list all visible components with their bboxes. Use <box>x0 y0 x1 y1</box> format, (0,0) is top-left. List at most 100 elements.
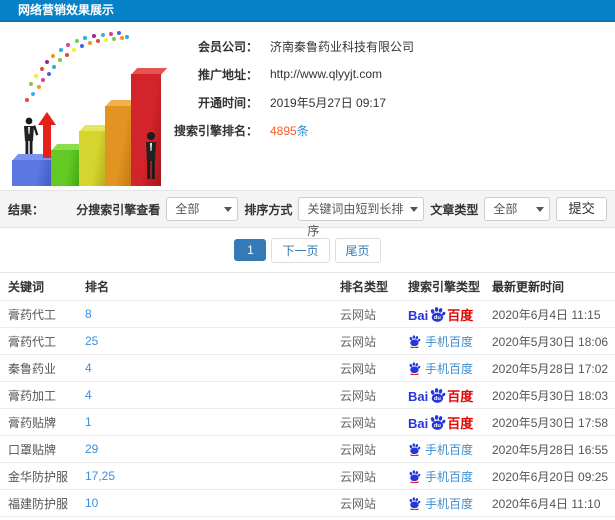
pagination: 1 下一页 尾页 <box>0 228 615 272</box>
engine-cell: Bai du 百度 <box>408 387 492 403</box>
article-type-value: 全部 <box>493 202 518 216</box>
mobile-baidu-logo: 手机百度 <box>408 495 473 512</box>
rank-type-cell: 云网站 <box>340 361 377 376</box>
rank-cell: 17,25 <box>85 469 340 483</box>
last-page-button[interactable]: 尾页 <box>334 237 381 263</box>
keyword-cell: 福建防护服 <box>8 496 69 511</box>
filter-bar: 结果： 分搜索引擎查看 全部 排序方式 关键词由短到长排序 文章类型 全部 提交 <box>0 190 615 238</box>
baidu-paw-icon <box>409 361 421 375</box>
keyword-cell: 秦鲁药业 <box>8 361 57 376</box>
mobile-baidu-label: 手机百度 <box>425 442 474 457</box>
baidu-paw-icon: du <box>431 307 446 322</box>
rank-link[interactable]: 4 <box>85 388 92 402</box>
company-link[interactable]: 济南秦鲁药业科技有限公司 <box>270 38 414 55</box>
baidu-paw-icon <box>409 442 421 456</box>
info-row-open-time: 开通时间： 2019年5月27日 09:17 <box>170 88 610 116</box>
update-time-cell: 2020年5月30日 18:06 <box>492 334 609 349</box>
baidu-logo: Bai du 百度 <box>408 414 473 430</box>
rank-type-cell: 云网站 <box>340 388 377 403</box>
baidu-logo-bai-text: Bai <box>408 389 429 403</box>
marketing-report-page: 网络营销效果展示 会员公司： 济南秦鲁药业科技有限公司 推广地址： http:/… <box>0 0 615 520</box>
sort-filter-select[interactable]: 关键词由短到长排序 <box>298 197 425 238</box>
mobile-baidu-logo: 手机百度 <box>408 360 473 377</box>
header-engine-type: 搜索引擎类型 <box>408 280 481 294</box>
baidu-paw-icon: du <box>431 388 446 403</box>
update-time-cell: 2020年5月30日 17:58 <box>492 415 609 430</box>
sort-filter-label: 排序方式 <box>244 202 293 217</box>
mobile-baidu-label: 手机百度 <box>425 469 474 484</box>
engine-filter-select[interactable]: 全部 <box>166 197 239 221</box>
open-time-label: 开通时间： <box>197 95 258 110</box>
engine-cell: 手机百度 <box>408 333 492 350</box>
chart-bar-blue <box>11 154 63 186</box>
promo-url-link[interactable]: http://www.qlyyjt.com <box>270 67 382 81</box>
rank-cell: 4 <box>85 388 340 402</box>
rank-type-cell: 云网站 <box>340 442 377 457</box>
chevron-down-icon <box>224 207 233 212</box>
engine-cell: Bai du 百度 <box>408 306 492 322</box>
rank-link[interactable]: 1 <box>85 415 92 429</box>
baidu-paw-icon <box>409 334 421 348</box>
member-info-panel: 会员公司： 济南秦鲁药业科技有限公司 推广地址： http://www.qlyy… <box>170 32 610 144</box>
rank-count-number: 4895 <box>270 123 297 138</box>
rank-cell: 1 <box>85 415 340 429</box>
update-time-cell: 2020年6月4日 11:15 <box>492 307 601 322</box>
table-body: 膏药代工 8 云网站 Bai du 百度 2020年6月4日 11:15 膏药代工 25 云网… <box>0 301 615 520</box>
keyword-cell: 膏药代工 <box>8 334 57 349</box>
header-rank-type: 排名类型 <box>340 280 389 294</box>
header-rank: 排名 <box>85 280 110 294</box>
rank-link[interactable]: 4 <box>85 361 92 375</box>
chevron-down-icon <box>536 207 545 212</box>
next-page-button[interactable]: 下一页 <box>271 237 330 263</box>
rank-count-unit: 条 <box>296 123 309 138</box>
info-row-url: 推广地址： http://www.qlyyjt.com <box>170 60 610 88</box>
engine-cell: Bai du 百度 <box>408 414 492 430</box>
rank-link[interactable]: 17,25 <box>85 469 115 483</box>
businessman-figure-right <box>140 131 162 186</box>
page-title: 网络营销效果展示 <box>18 3 115 17</box>
engine-cell: 手机百度 <box>408 441 492 458</box>
title-bar: 网络营销效果展示 <box>0 0 615 22</box>
article-type-label: 文章类型 <box>430 202 479 217</box>
engine-filter-label: 分搜索引擎查看 <box>76 202 161 217</box>
info-row-rank-count: 搜索引擎排名： 4895条 <box>170 116 610 144</box>
rank-link[interactable]: 25 <box>85 334 98 348</box>
open-time-value: 2019年5月27日 09:17 <box>270 95 387 110</box>
keyword-cell: 膏药加工 <box>8 388 57 403</box>
keyword-cell: 口罩贴牌 <box>8 442 57 457</box>
rank-type-cell: 云网站 <box>340 496 377 511</box>
rank-link[interactable]: 29 <box>85 442 98 456</box>
engine-cell: 手机百度 <box>408 468 492 485</box>
update-time-cell: 2020年5月30日 18:03 <box>492 388 609 403</box>
rank-link[interactable]: 8 <box>85 307 92 321</box>
baidu-logo-cn-text: 百度 <box>447 308 474 322</box>
chevron-down-icon <box>410 207 419 212</box>
promo-url-label: 推广地址： <box>197 67 258 82</box>
page-1-button[interactable]: 1 <box>234 239 267 261</box>
results-table: 关键词 排名 排名类型 搜索引擎类型 最新更新时间 膏药代工 8 云网站 Bai du… <box>0 272 615 520</box>
baidu-logo-bai-text: Bai <box>408 308 429 322</box>
summary-section: 会员公司： 济南秦鲁药业科技有限公司 推广地址： http://www.qlyy… <box>0 24 615 190</box>
mobile-baidu-logo: 手机百度 <box>408 468 473 485</box>
update-time-cell: 2020年5月28日 17:02 <box>492 361 609 376</box>
chart-bar-orange <box>104 100 141 186</box>
rank-link[interactable]: 10 <box>85 496 98 510</box>
baidu-paw-icon: du <box>431 415 446 430</box>
baidu-paw-icon <box>409 469 421 483</box>
rank-cell: 8 <box>85 307 340 321</box>
mobile-baidu-label: 手机百度 <box>425 361 474 376</box>
submit-button[interactable]: 提交 <box>556 197 607 221</box>
up-arrow-icon <box>38 112 56 158</box>
rank-type-cell: 云网站 <box>340 469 377 484</box>
confetti-decoration <box>25 98 29 102</box>
keyword-cell: 金华防护服 <box>8 469 69 484</box>
table-row: 膏药代工 25 云网站 手机百度 2020年5月30日 18:06 <box>0 328 615 355</box>
engine-cell: 手机百度 <box>408 360 492 377</box>
engine-cell: 手机百度 <box>408 495 492 512</box>
table-row: 膏药贴牌 1 云网站 Bai du 百度 2020年5月30日 17:58 <box>0 409 615 436</box>
svg-text:du: du <box>434 423 442 429</box>
article-type-select[interactable]: 全部 <box>484 197 551 221</box>
table-row: 膏药加工 4 云网站 Bai du 百度 2020年5月30日 18:03 <box>0 382 615 409</box>
info-row-company: 会员公司： 济南秦鲁药业科技有限公司 <box>170 32 610 60</box>
table-row: 口罩贴牌 29 云网站 手机百度 2020年5月28日 16:55 <box>0 436 615 463</box>
